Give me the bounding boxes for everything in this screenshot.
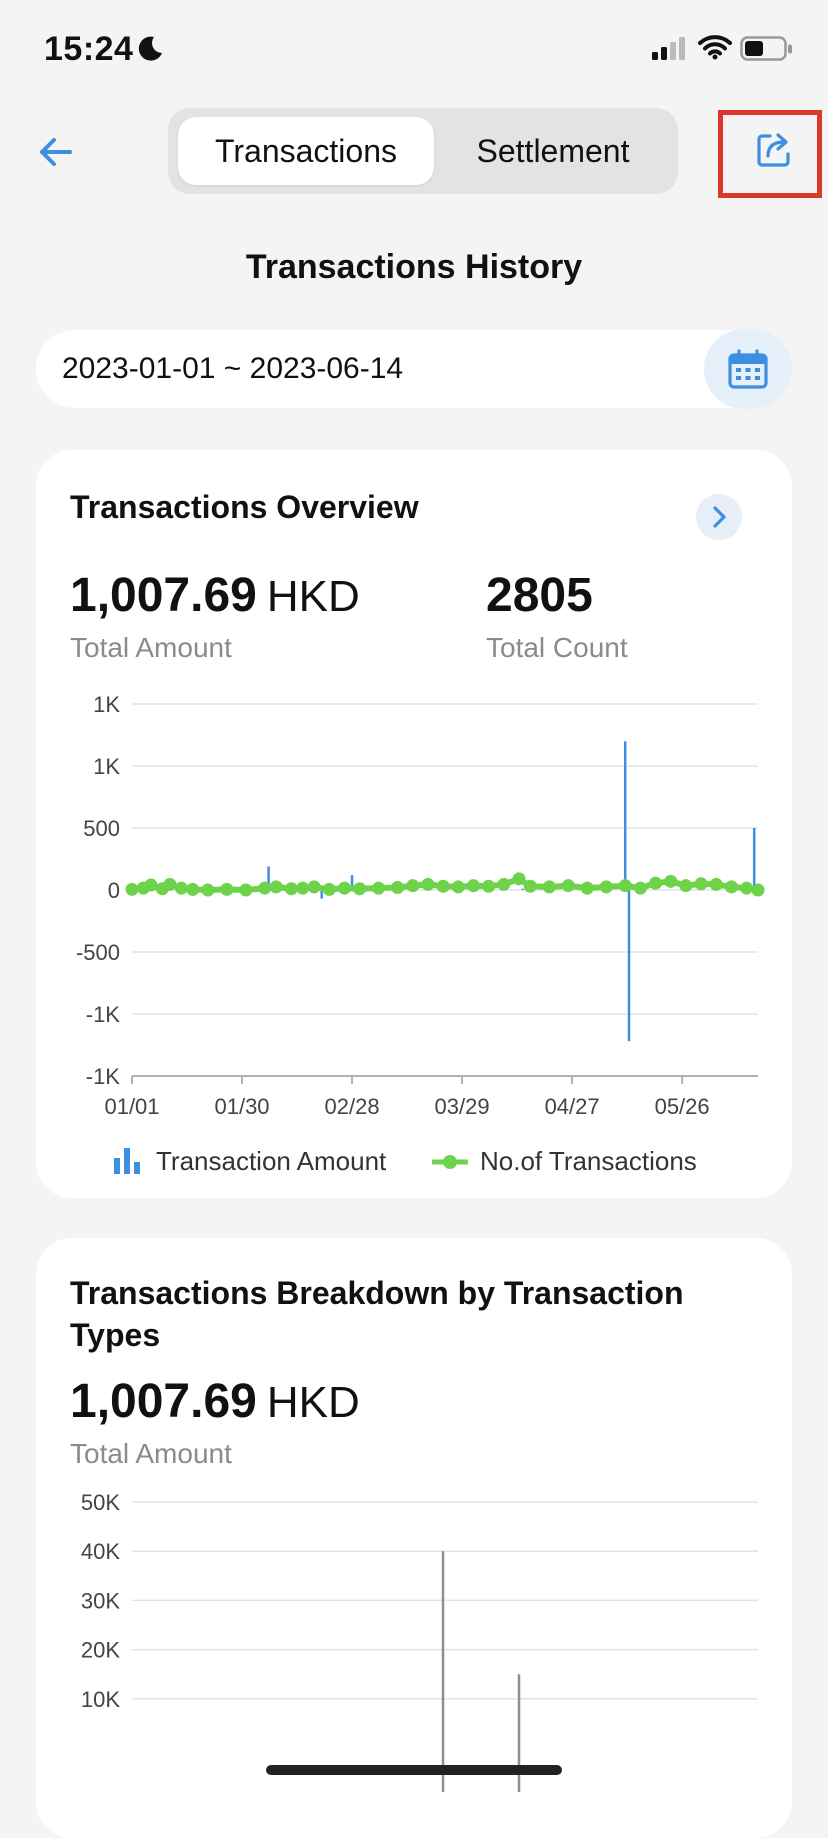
overview-total-count-label: Total Count — [486, 632, 628, 663]
calendar-button[interactable] — [704, 329, 792, 409]
overview-total-amount-label: Total Amount — [70, 632, 232, 663]
bar-chart-icon — [114, 1148, 140, 1174]
tab-settlement[interactable]: Settlement — [438, 117, 668, 185]
tab-transactions[interactable]: Transactions — [178, 117, 434, 185]
overview-total-amount: 1,007.69 HKD — [70, 568, 360, 623]
calendar-icon — [728, 349, 768, 389]
line-marker-icon — [432, 1155, 468, 1169]
overview-total-amount-unit: HKD — [266, 572, 360, 621]
breakdown-total-amount-unit: HKD — [266, 1378, 360, 1427]
overview-total-amount-value: 1,007.69 — [70, 569, 257, 622]
overview-title: Transactions Overview — [70, 489, 419, 525]
segmented-control: Transactions Settlement — [168, 108, 678, 194]
overview-detail-button[interactable] — [696, 494, 742, 540]
date-range-field[interactable]: 2023-01-01 ~ 2023-06-14 — [36, 329, 792, 409]
chevron-right-icon — [713, 506, 726, 528]
page-title: Transactions History — [245, 248, 583, 286]
breakdown-total-amount: 1,007.69 HKD — [70, 1374, 360, 1429]
status-time: 15:24 — [44, 30, 134, 68]
legend-transaction-amount: Transaction Amount — [112, 1146, 386, 1177]
legend-amount-label: Transaction Amount — [156, 1146, 387, 1176]
wifi-icon — [698, 35, 732, 60]
date-range-text: 2023-01-01 ~ 2023-06-14 — [62, 352, 404, 385]
status-bar: 15:24 — [0, 0, 828, 100]
battery-icon — [740, 36, 792, 61]
signal-icon — [652, 37, 685, 60]
back-arrow-icon[interactable] — [36, 130, 76, 174]
overview-total-count: 2805 — [486, 569, 593, 622]
breakdown-total-amount-label: Total Amount — [70, 1438, 232, 1469]
transactions-overview-card: Transactions Overview 1,007.69 HKD Total … — [36, 450, 792, 1198]
home-indicator — [266, 1765, 562, 1775]
breakdown-total-amount-value: 1,007.69 — [70, 1375, 257, 1428]
transactions-breakdown-card: Transactions Breakdown by Transaction Ty… — [36, 1238, 792, 1838]
breakdown-title: Transactions Breakdown by Transaction Ty… — [70, 1275, 684, 1353]
moon-icon — [138, 36, 162, 61]
legend-no-of-transactions: No.of Transactions — [432, 1146, 697, 1177]
legend-count-label: No.of Transactions — [480, 1146, 697, 1176]
share-export-icon[interactable] — [754, 130, 794, 170]
